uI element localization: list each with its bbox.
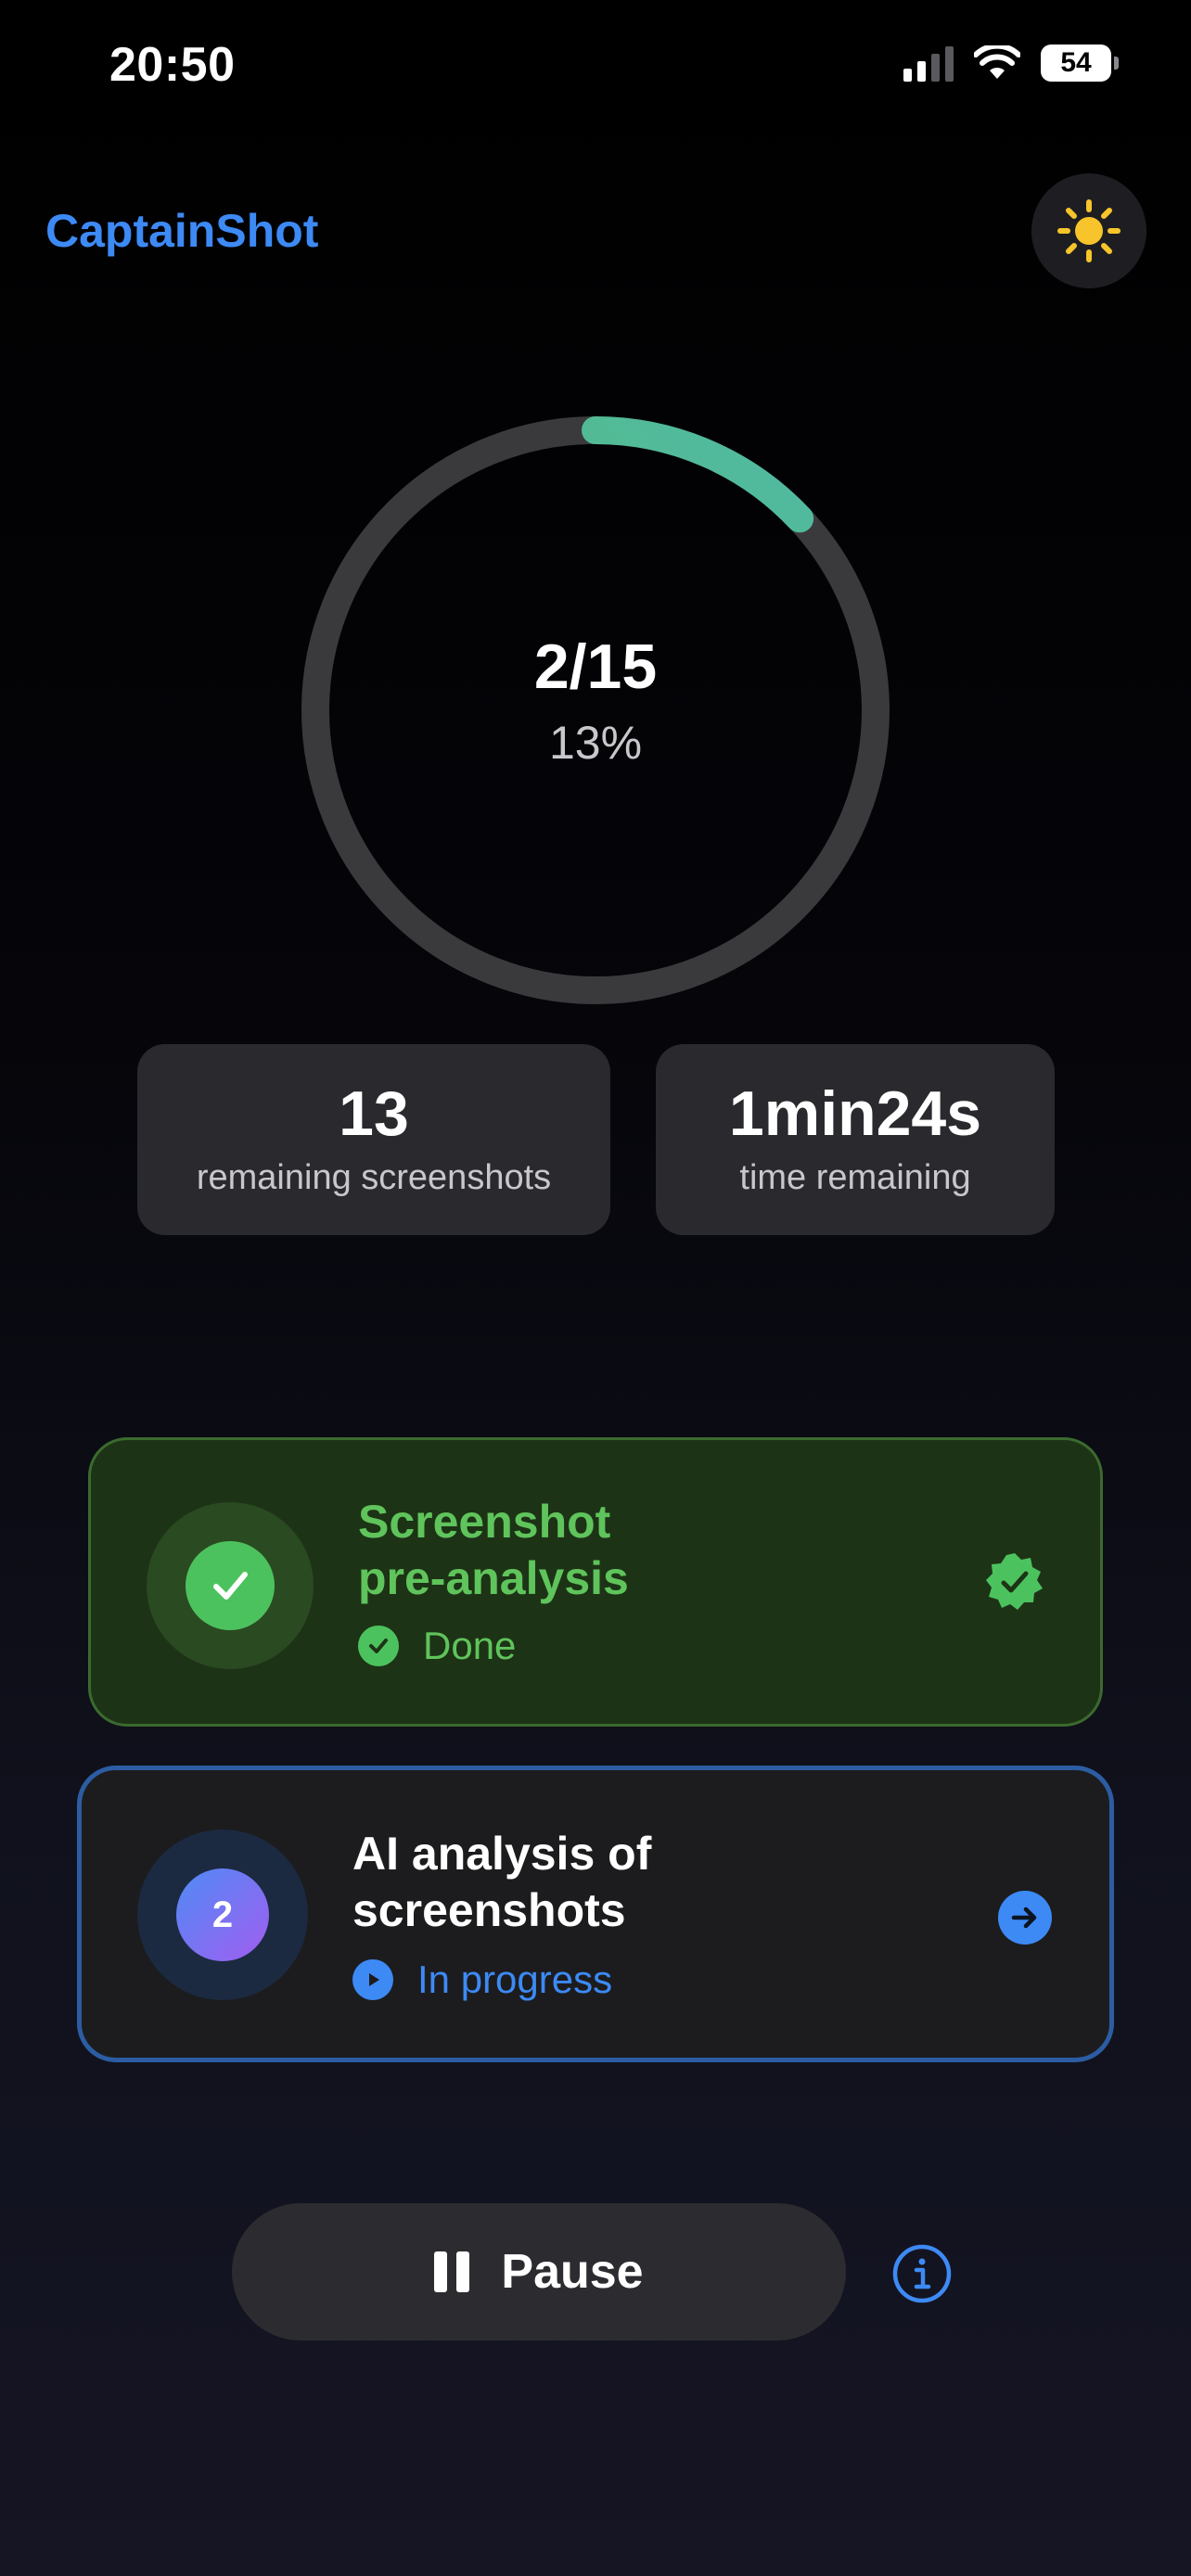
status-time: 20:50 xyxy=(109,38,236,92)
step-title: AI analysis of screenshots xyxy=(352,1826,928,1939)
pause-label: Pause xyxy=(501,2245,644,2299)
remaining-screenshots-label: remaining screenshots xyxy=(196,1157,552,1197)
cellular-signal-icon xyxy=(903,45,954,82)
step-pre-analysis-card[interactable]: Screenshot pre-analysis Done xyxy=(88,1437,1103,1727)
play-circle-icon xyxy=(352,1959,393,2000)
step-badge xyxy=(147,1502,314,1669)
step-status-label: In progress xyxy=(417,1958,613,2001)
verified-seal-icon xyxy=(986,1553,1043,1610)
progress-readout: 2/15 13% xyxy=(301,415,890,1005)
battery-icon: 54 xyxy=(1041,45,1119,82)
info-icon[interactable] xyxy=(891,2243,953,2304)
pause-icon xyxy=(434,2251,470,2292)
check-icon xyxy=(186,1541,275,1630)
theme-toggle-button[interactable] xyxy=(1031,173,1146,288)
progress-count: 2/15 xyxy=(533,631,658,702)
app-title: CaptainShot xyxy=(45,205,319,257)
pause-button[interactable]: Pause xyxy=(232,2203,846,2340)
step-title-line: Screenshot xyxy=(358,1496,611,1548)
progress-percent: 13% xyxy=(548,717,643,769)
remaining-screenshots-value: 13 xyxy=(339,1078,409,1149)
wifi-icon xyxy=(974,45,1020,79)
step-status: In progress xyxy=(352,1958,612,2002)
sun-icon xyxy=(1057,199,1121,262)
step-title-line: pre-analysis xyxy=(358,1552,629,1604)
step-status-label: Done xyxy=(423,1624,517,1667)
step-number: 2 xyxy=(176,1868,269,1961)
status-indicators: 54 xyxy=(903,45,1119,82)
step-ai-analysis-card[interactable]: 2 AI analysis of screenshots In progress xyxy=(77,1766,1114,2062)
time-remaining-card: 1min24s time remaining xyxy=(656,1044,1055,1235)
arrow-right-icon[interactable] xyxy=(998,1891,1052,1945)
step-status: Done xyxy=(358,1624,516,1668)
check-circle-icon xyxy=(358,1626,399,1666)
step-title: Screenshot pre-analysis xyxy=(358,1494,933,1607)
step-title-line: AI analysis of xyxy=(352,1828,652,1880)
step-badge: 2 xyxy=(137,1830,308,2000)
battery-level: 54 xyxy=(1060,47,1092,78)
remaining-screenshots-card: 13 remaining screenshots xyxy=(137,1044,610,1235)
time-remaining-label: time remaining xyxy=(739,1157,971,1197)
time-remaining-value: 1min24s xyxy=(728,1078,982,1149)
step-title-line: screenshots xyxy=(352,1884,626,1936)
